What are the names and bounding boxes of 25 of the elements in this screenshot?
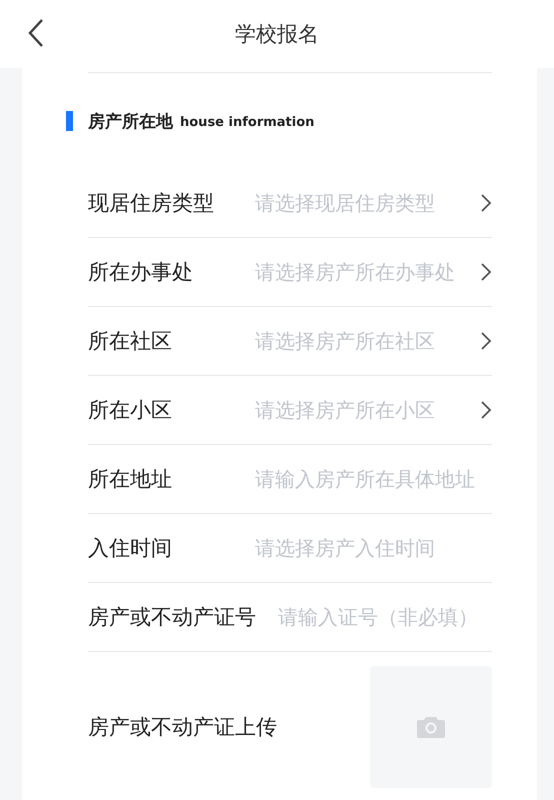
back-button[interactable] [26, 18, 46, 48]
page-title: 学校报名 [235, 21, 319, 48]
field-label: 现居住房类型 [88, 190, 215, 217]
input-field[interactable]: 请输入房产所在具体地址 [255, 467, 492, 491]
select-field[interactable]: 请选择现居住房类型 [255, 190, 492, 216]
select-field[interactable]: 请选择房产所在小区 [255, 396, 492, 424]
field-label: 房产或不动产证上传 [88, 714, 278, 741]
chevron-icon [480, 400, 492, 420]
chevron-icon [480, 262, 492, 282]
select-field[interactable]: 请选择房产所在办事处 [255, 258, 492, 286]
section-marker [66, 111, 73, 131]
chevron-icon [480, 331, 492, 351]
field-label: 所在小区 [88, 397, 173, 424]
chevron-icon [480, 193, 492, 213]
section-title: 房产所在地 [88, 110, 173, 132]
field-label: 所在办事处 [88, 259, 194, 286]
input-field[interactable]: 请输入证号（非必填） [278, 605, 492, 629]
select-field[interactable]: 请选择房产所在社区 [255, 328, 492, 354]
field-label: 房产或不动产证号 [88, 604, 257, 631]
field-label: 入住时间 [88, 535, 173, 562]
field-label: 所在社区 [88, 328, 173, 355]
field-label: 所在地址 [88, 466, 173, 493]
section-subtitle: house information [180, 115, 314, 130]
input-field[interactable]: 请选择房产入住时间 [255, 536, 492, 560]
camera-icon [416, 715, 446, 739]
